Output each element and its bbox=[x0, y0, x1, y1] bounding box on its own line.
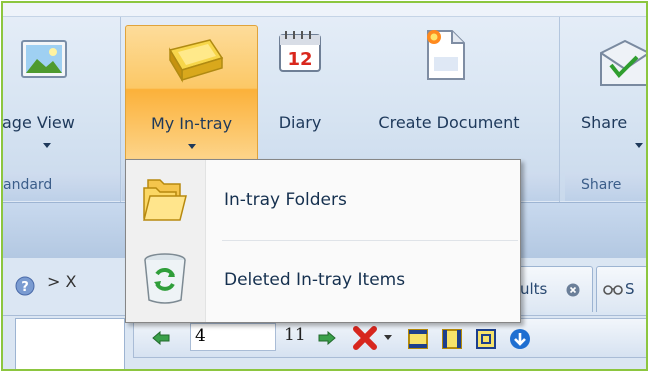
close-icon[interactable] bbox=[566, 283, 580, 297]
fit-height-icon[interactable] bbox=[440, 327, 464, 351]
page-number-input[interactable]: 4 bbox=[190, 323, 276, 351]
menu-item-intray-folders[interactable]: In-tray Folders bbox=[126, 160, 520, 240]
share-dropdown-arrow[interactable] bbox=[635, 143, 643, 148]
delete-dropdown-arrow[interactable] bbox=[384, 335, 392, 340]
delete-icon[interactable] bbox=[352, 325, 378, 351]
calendar-day: 12 bbox=[287, 49, 312, 70]
recycle-bin-icon bbox=[144, 253, 186, 304]
diary-button[interactable]: 12 Diary bbox=[264, 25, 336, 165]
menu-item-deleted-intray-items-label: Deleted In-tray Items bbox=[224, 270, 406, 290]
my-intray-menu: In-tray Folders Deleted In-tray Items bbox=[125, 159, 521, 323]
next-page-icon[interactable] bbox=[318, 331, 336, 345]
share-label: Share bbox=[581, 113, 628, 132]
envelope-icon bbox=[600, 39, 646, 86]
tab-nav-controls[interactable]: > X bbox=[47, 272, 76, 291]
picture-icon bbox=[21, 40, 67, 78]
previous-page-icon[interactable] bbox=[152, 331, 170, 345]
window-frame: age View andard My In-tray 12 Diary Crea… bbox=[1, 1, 648, 371]
calendar-icon: 12 bbox=[279, 31, 321, 72]
tab-search-label: S bbox=[625, 280, 635, 298]
menu-separator bbox=[222, 240, 518, 241]
menu-item-intray-folders-label: In-tray Folders bbox=[224, 190, 347, 210]
binoculars-icon bbox=[603, 285, 623, 295]
page-view-dropdown-arrow[interactable] bbox=[43, 143, 51, 148]
document-toolbar: 4 11 bbox=[133, 318, 646, 358]
ribbon-group-share: Share Share bbox=[565, 17, 646, 202]
my-intray-button[interactable]: My In-tray bbox=[125, 25, 258, 165]
tab-search[interactable]: S bbox=[596, 266, 646, 312]
left-panel bbox=[15, 318, 125, 369]
share-button[interactable]: Share bbox=[577, 25, 646, 165]
create-document-button[interactable]: Create Document bbox=[344, 25, 554, 165]
page-view-button[interactable]: age View bbox=[3, 25, 119, 165]
my-intray-label: My In-tray bbox=[150, 114, 233, 133]
ribbon-group-label: andard bbox=[3, 173, 120, 201]
new-document-icon bbox=[427, 30, 465, 80]
fit-width-icon[interactable] bbox=[406, 327, 430, 351]
tab-results-label: ults bbox=[520, 280, 548, 298]
fit-page-icon[interactable] bbox=[474, 327, 498, 351]
ribbon-group-label-share: Share bbox=[565, 173, 646, 201]
page-view-label: age View bbox=[2, 113, 75, 132]
page-total: 11 bbox=[284, 325, 306, 345]
ribbon-group-standard: age View andard bbox=[3, 17, 121, 202]
work-area: 4 11 bbox=[3, 316, 646, 369]
intray-icon bbox=[168, 39, 224, 83]
download-icon[interactable] bbox=[508, 327, 532, 351]
diary-label: Diary bbox=[278, 113, 322, 132]
create-document-label: Create Document bbox=[378, 113, 520, 132]
ribbon-top-trim bbox=[3, 3, 646, 17]
menu-item-deleted-intray-items[interactable]: Deleted In-tray Items bbox=[126, 242, 520, 322]
folders-icon bbox=[143, 179, 187, 221]
help-icon[interactable]: ? bbox=[15, 276, 35, 296]
my-intray-dropdown-arrow[interactable] bbox=[187, 144, 196, 149]
svg-text:?: ? bbox=[21, 280, 29, 295]
